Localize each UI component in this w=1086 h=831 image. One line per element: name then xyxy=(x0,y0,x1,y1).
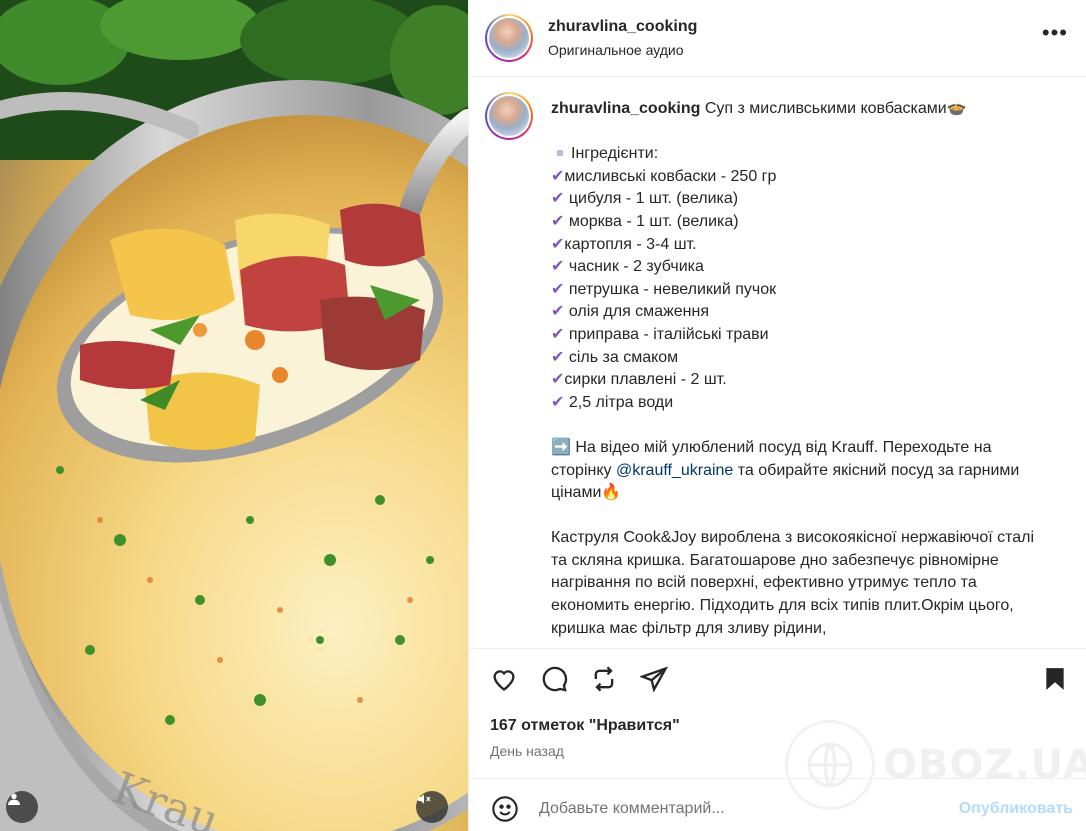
checkmark-icon: ✔ xyxy=(551,167,565,185)
caption-area: zhuravlina_cooking Суп з мисливськими ко… xyxy=(469,78,1086,647)
checkmark-icon: ✔ xyxy=(551,303,565,321)
ingredient-item: ✔ цибуля - 1 шт. (велика) xyxy=(551,190,739,208)
caption-username[interactable]: zhuravlina_cooking xyxy=(551,100,700,117)
publish-button[interactable]: Опубликовать xyxy=(959,800,1073,818)
description-text: Каструля Cook&Joy вироблена з високоякіс… xyxy=(551,529,1035,637)
caption-avatar[interactable] xyxy=(485,92,533,140)
repost-icon[interactable] xyxy=(588,663,620,695)
soup-photo: Krau xyxy=(0,0,468,831)
comment-input[interactable]: Добавьте комментарий... xyxy=(539,800,725,818)
checkmark-icon: ✔ xyxy=(551,235,565,253)
checkmark-icon: ✔ xyxy=(551,212,565,230)
ingredient-item: ✔ часник - 2 зубчика xyxy=(551,258,704,276)
ingredients-list: ✔мисливські ковбаски - 250 гр ✔ цибуля - … xyxy=(551,166,1051,415)
checkmark-icon: ✔ xyxy=(551,258,565,276)
post-time[interactable]: День назад xyxy=(490,743,564,759)
ingredients-heading: Інгредієнти: xyxy=(571,145,659,163)
checkmark-icon: ✔ xyxy=(551,393,565,411)
checkmark-icon: ✔ xyxy=(551,371,565,389)
post-video[interactable]: Krau xyxy=(0,0,468,831)
comment-bar: Добавьте комментарий... Опубликовать xyxy=(469,778,1086,831)
heart-icon[interactable] xyxy=(488,663,520,695)
smiley-icon[interactable] xyxy=(489,793,521,825)
ingredient-item: ✔ сіль за смаком xyxy=(551,348,679,366)
post-panel: zhuravlina_cooking Оригинальное аудио ••… xyxy=(468,0,1086,831)
ingredient-item: ✔сирки плавлені - 2 шт. xyxy=(551,371,727,389)
fire-emoji: 🔥 xyxy=(601,484,622,502)
more-horizontal-icon[interactable]: ••• xyxy=(1042,22,1068,44)
checkmark-icon: ✔ xyxy=(551,280,565,298)
arrow-right-icon: ➡️ xyxy=(551,438,571,456)
caption-title: Суп з мисливськими ковбасками xyxy=(704,100,947,117)
ingredient-item: ✔ петрушка - невеликий пучок xyxy=(551,280,777,298)
bullet-square-icon xyxy=(557,149,563,156)
post-header: zhuravlina_cooking Оригинальное аудио ••… xyxy=(469,0,1086,77)
ingredient-item: ✔ 2,5 літра води xyxy=(551,393,674,411)
likes-count[interactable]: 167 отметок "Нравится" xyxy=(490,717,680,735)
avatar[interactable] xyxy=(485,14,533,62)
ingredient-item: ✔мисливські ковбаски - 250 гр xyxy=(551,167,777,185)
ingredient-item: ✔ морква - 1 шт. (велика) xyxy=(551,212,739,230)
bookmark-icon[interactable] xyxy=(1039,663,1071,695)
send-icon[interactable] xyxy=(638,663,670,695)
comment-icon[interactable] xyxy=(538,663,570,695)
checkmark-icon: ✔ xyxy=(551,325,565,343)
ingredient-item: ✔ олія для смаження xyxy=(551,303,710,321)
ingredient-item: ✔картопля - 3-4 шт. xyxy=(551,235,697,253)
checkmark-icon: ✔ xyxy=(551,190,565,208)
mention-link[interactable]: @krauff_ukraine xyxy=(616,462,733,479)
checkmark-icon: ✔ xyxy=(551,348,565,366)
tagged-user-icon[interactable] xyxy=(6,791,38,823)
speaker-muted-icon[interactable] xyxy=(416,791,448,823)
header-username[interactable]: zhuravlina_cooking xyxy=(548,18,697,36)
ingredient-item: ✔ приправа - італійські трави xyxy=(551,325,769,343)
audio-label[interactable]: Оригинальное аудио xyxy=(548,42,697,58)
caption-text: zhuravlina_cooking Суп з мисливськими ко… xyxy=(551,98,1051,640)
promo-text: ➡️ На відео мій улюблений посуд від Krau… xyxy=(551,438,1020,502)
pot-emoji: 🍲 xyxy=(946,100,967,117)
